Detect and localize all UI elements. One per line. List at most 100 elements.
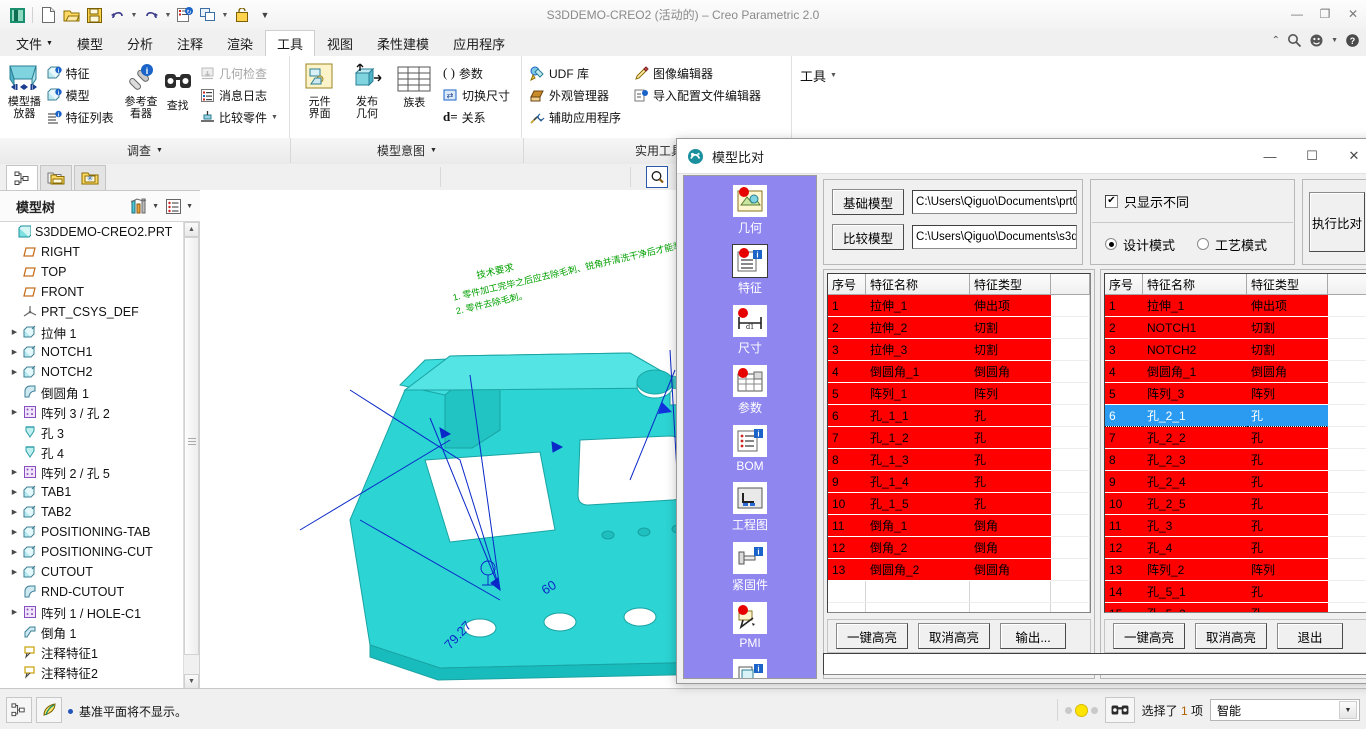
tree-item[interactable]: ▶TAB2: [0, 502, 199, 522]
tree-settings-button[interactable]: ▼: [162, 196, 196, 217]
table-row[interactable]: 2NOTCH1切割: [1105, 317, 1366, 339]
scrollbar-thumb[interactable]: [184, 237, 199, 655]
collapse-ribbon-icon[interactable]: ⌃: [1272, 35, 1280, 46]
tree-item[interactable]: 倒圆角 1: [0, 382, 199, 402]
dialog-title-bar[interactable]: 模型比对 — ☐ ✕: [677, 139, 1366, 174]
table-row[interactable]: 6孔_1_1孔: [828, 405, 1090, 427]
table-row[interactable]: 4倒圆角_1倒圆角: [828, 361, 1090, 383]
tab-annotate[interactable]: 注释: [165, 30, 215, 56]
table-row[interactable]: 5阵列_3阵列: [1105, 383, 1366, 405]
tree-item[interactable]: ▶TAB1: [0, 482, 199, 502]
table-row[interactable]: 4倒圆角_1倒圆角: [1105, 361, 1366, 383]
tree-expander-icon[interactable]: ▶: [8, 468, 21, 476]
account-dropdown-icon[interactable]: ▼: [1331, 37, 1338, 44]
table-row[interactable]: 9孔_1_4孔: [828, 471, 1090, 493]
scroll-down-icon[interactable]: ▼: [184, 674, 199, 689]
tab-tools[interactable]: 工具: [265, 30, 315, 57]
table-row[interactable]: 10孔_1_5孔: [828, 493, 1090, 515]
tree-item[interactable]: RND-CUTOUT: [0, 582, 199, 602]
compare-clear-highlight-button[interactable]: 取消高亮: [1195, 623, 1267, 649]
table-row[interactable]: 12孔_4孔: [1105, 537, 1366, 559]
tree-expander-icon[interactable]: ▶: [8, 608, 21, 616]
find-button[interactable]: 查找: [159, 60, 196, 112]
table-row[interactable]: 7孔_2_2孔: [1105, 427, 1366, 449]
tree-expander-icon[interactable]: ▶: [8, 568, 21, 576]
chevron-down-icon[interactable]: ▼: [830, 72, 837, 79]
table-row[interactable]: 8孔_2_3孔: [1105, 449, 1366, 471]
publish-geometry-button[interactable]: 发布 几何: [343, 60, 390, 120]
tree-expander-icon[interactable]: ▶: [8, 348, 21, 356]
base-model-button[interactable]: 基础模型: [832, 189, 904, 215]
col-num[interactable]: 序号: [1105, 274, 1143, 295]
relations-button[interactable]: d= 关系: [441, 106, 515, 128]
tree-item[interactable]: ▶NOTCH2: [0, 362, 199, 382]
table-row[interactable]: 1拉伸_1伸出项: [828, 295, 1090, 317]
table-row[interactable]: 7孔_1_2孔: [828, 427, 1090, 449]
col-feature-name[interactable]: 特征名称: [866, 274, 970, 295]
exit-button[interactable]: 退出: [1277, 623, 1343, 649]
tools-menu-button[interactable]: 工具 ▼: [798, 64, 842, 86]
tree-filters-button[interactable]: ▼: [126, 195, 162, 218]
family-table-button[interactable]: 族表: [391, 60, 438, 109]
tab-flexible-modeling[interactable]: 柔性建模: [365, 30, 441, 56]
model-tree-tab[interactable]: [6, 165, 38, 190]
table-row[interactable]: 2拉伸_2切割: [828, 317, 1090, 339]
model-player-button[interactable]: 模型播 放器: [6, 60, 43, 120]
dialog-maximize-button[interactable]: ☐: [1291, 139, 1333, 173]
table-row[interactable]: 14孔_5_1孔: [1105, 581, 1366, 603]
tree-item[interactable]: 孔 4: [0, 442, 199, 462]
process-mode-radio[interactable]: [1197, 238, 1209, 250]
tree-item[interactable]: ▶CUTOUT: [0, 562, 199, 582]
tree-expander-icon[interactable]: ▶: [8, 408, 21, 416]
tab-render[interactable]: 渲染: [215, 30, 265, 56]
tree-item[interactable]: FRONT: [0, 282, 199, 302]
table-row[interactable]: 13倒圆角_2倒圆角: [828, 559, 1090, 581]
table-row[interactable]: 8孔_1_3孔: [828, 449, 1090, 471]
tree-item[interactable]: 注释特征1: [0, 642, 199, 662]
category-fastener[interactable]: i紧固件: [684, 541, 816, 593]
tab-view[interactable]: 视图: [315, 30, 365, 56]
model-tree-scrollbar[interactable]: ▲ ▼: [183, 222, 199, 689]
base-clear-highlight-button[interactable]: 取消高亮: [918, 623, 990, 649]
compare-model-table-wrap[interactable]: 序号 特征名称 特征类型 1拉伸_1伸出项2NOTCH1切割3NOTCH2切割4…: [1104, 273, 1366, 613]
table-row[interactable]: 11孔_3孔: [1105, 515, 1366, 537]
table-row[interactable]: 3NOTCH2切割: [1105, 339, 1366, 361]
base-export-button[interactable]: 输出...: [1000, 623, 1066, 649]
model-info-button[interactable]: i 模型: [45, 84, 119, 106]
close-button[interactable]: ✕: [1344, 5, 1362, 23]
tree-item[interactable]: ▶阵列 1 / HOLE-C1: [0, 602, 199, 622]
model-tree-toggle-button[interactable]: [6, 697, 32, 723]
zoom-area-button[interactable]: [646, 166, 668, 188]
category-parameter[interactable]: 参数: [684, 364, 816, 416]
tree-expander-icon[interactable]: ▶: [8, 548, 21, 556]
tree-expander-icon[interactable]: ▶: [8, 508, 21, 516]
geometry-check-button[interactable]: 几何检查: [198, 62, 283, 84]
selection-filter-combo[interactable]: 智能 ▼: [1210, 699, 1360, 721]
compare-parts-button[interactable]: 比较零件 ▼: [198, 106, 283, 128]
compare-model-button[interactable]: 比较模型: [832, 224, 904, 250]
base-highlight-all-button[interactable]: 一键高亮: [836, 623, 908, 649]
tree-item[interactable]: ▶拉伸 1: [0, 322, 199, 342]
folder-browser-tab[interactable]: [40, 165, 72, 190]
table-row[interactable]: 10孔_2_5孔: [1105, 493, 1366, 515]
tree-item[interactable]: 孔 3: [0, 422, 199, 442]
table-row[interactable]: 5阵列_1阵列: [828, 383, 1090, 405]
tree-item[interactable]: S3DDEMO-CREO2.PRT: [0, 222, 199, 242]
table-row[interactable]: 9孔_2_4孔: [1105, 471, 1366, 493]
tree-item[interactable]: ▶阵列 2 / 孔 5: [0, 462, 199, 482]
tree-item[interactable]: TOP: [0, 262, 199, 282]
chevron-down-icon[interactable]: ▼: [271, 114, 278, 121]
base-model-path-input[interactable]: C:\Users\Qiguo\Documents\prt0001.p: [912, 190, 1077, 214]
tab-model[interactable]: 模型: [65, 30, 115, 56]
component-interface-button[interactable]: 元件 界面: [296, 60, 343, 120]
feature-info-button[interactable]: i 特征: [45, 62, 119, 84]
col-feature-name[interactable]: 特征名称: [1143, 274, 1247, 295]
table-row[interactable]: 11倒角_1倒角: [828, 515, 1090, 537]
switch-dimensions-button[interactable]: ⇄ 切换尺寸: [441, 84, 515, 106]
tab-file[interactable]: 文件 ▼: [4, 30, 65, 56]
category-geometry[interactable]: 几何: [684, 184, 816, 236]
tree-item[interactable]: 倒角 1: [0, 622, 199, 642]
tree-item[interactable]: ▶阵列 3 / 孔 2: [0, 402, 199, 422]
search-selection-button[interactable]: [1105, 697, 1135, 723]
category-bom[interactable]: iBOM: [684, 424, 816, 473]
